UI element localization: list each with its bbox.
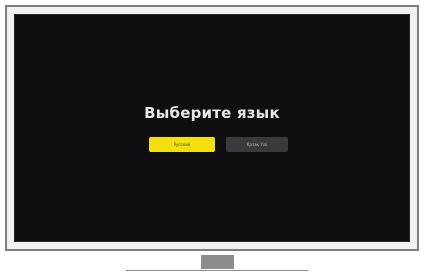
- tv-stand-base: [126, 270, 308, 271]
- tv-screen: Выберите язык Русский Қазақ тілі: [14, 14, 410, 242]
- tv-frame: Выберите язык Русский Қазақ тілі: [5, 5, 419, 251]
- page-title: Выберите язык: [144, 104, 280, 122]
- language-button-kazakh[interactable]: Қазақ тілі: [226, 137, 288, 152]
- language-button-russian[interactable]: Русский: [149, 137, 215, 152]
- tv-stand-neck: [201, 255, 234, 269]
